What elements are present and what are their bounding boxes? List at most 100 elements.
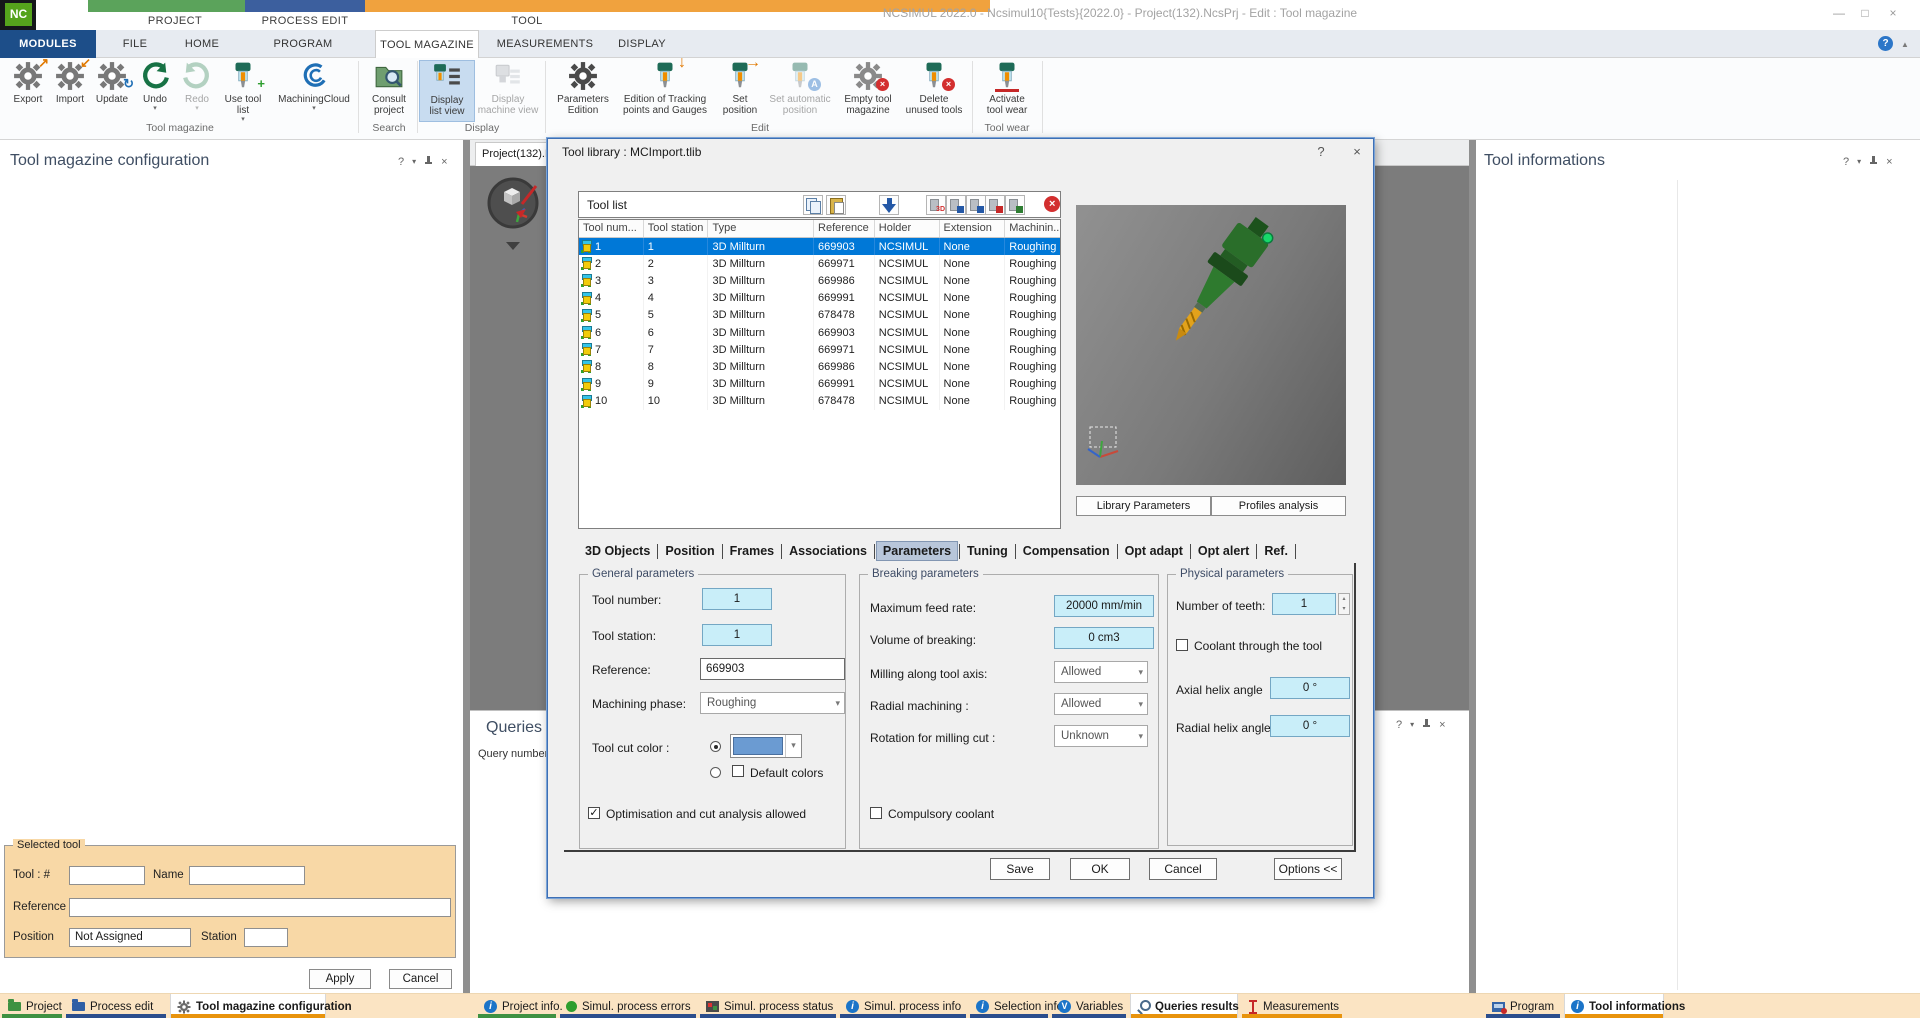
statusbar-tab-project[interactable]: Project <box>2 994 62 1018</box>
tab-compensation[interactable]: Compensation <box>1017 542 1116 560</box>
column-header[interactable]: Holder <box>875 220 940 237</box>
tab-file[interactable]: FILE <box>108 30 162 58</box>
display-machine-view-button[interactable]: Display machine view <box>476 60 540 122</box>
statusbar-tab-variables[interactable]: V Variables <box>1052 994 1126 1018</box>
redo-button[interactable]: Redo ▾ <box>179 60 215 122</box>
chevron-down-icon[interactable]: ▾ <box>785 735 801 757</box>
statusbar-tab-queries-results[interactable]: Queries results <box>1130 994 1238 1018</box>
import-tool-icon[interactable] <box>879 195 899 215</box>
radial-helix-angle-field[interactable]: 0 ° <box>1270 715 1350 737</box>
edition-tracking-points-button[interactable]: ↓ Edition of Tracking points and Gauges <box>613 60 717 122</box>
statusbar-tab-program[interactable]: Program <box>1486 994 1560 1018</box>
new-3d-tool-icon[interactable]: 3D <box>926 195 946 215</box>
column-header[interactable]: Type <box>708 220 814 237</box>
duplicate-tool-green-icon[interactable] <box>1005 195 1025 215</box>
default-colors-radio[interactable] <box>710 767 721 778</box>
tab-tuning[interactable]: Tuning <box>961 542 1014 560</box>
close-icon[interactable]: × <box>1886 156 1892 168</box>
close-icon[interactable]: × <box>441 156 447 168</box>
statusbar-tab-tool-magazine-configuration[interactable]: Tool magazine configuration <box>170 994 326 1018</box>
default-colors-checkbox[interactable] <box>732 765 744 777</box>
update-button[interactable]: ↻ Update <box>92 60 132 122</box>
ok-button[interactable]: OK <box>1070 858 1130 880</box>
activate-tool-wear-button[interactable]: Activate tool wear <box>978 60 1036 122</box>
apply-button[interactable]: Apply <box>309 969 371 989</box>
viewport-tab[interactable]: Project(132).N <box>475 142 553 166</box>
library-parameters-button[interactable]: Library Parameters <box>1076 496 1211 516</box>
table-row[interactable]: 10 10 3D Millturn 678478 NCSIMUL None Ro… <box>579 393 1060 410</box>
table-row[interactable]: 8 8 3D Millturn 669986 NCSIMUL None Roug… <box>579 358 1060 375</box>
panel-splitter[interactable] <box>1469 140 1476 993</box>
chevron-down-icon[interactable]: ▾ <box>1410 719 1414 731</box>
delete-unused-tools-button[interactable]: × Delete unused tools <box>901 60 967 122</box>
statusbar-tab-project-info[interactable]: i Project info. <box>478 994 556 1018</box>
number-of-teeth-field[interactable]: 1 <box>1272 593 1336 615</box>
tab-program[interactable]: PROGRAM <box>270 30 336 58</box>
modules-button[interactable]: MODULES <box>0 30 96 58</box>
help-icon[interactable]: ? <box>1878 36 1893 51</box>
statusbar-tab-simul-process-info[interactable]: i Simul. process info <box>840 994 966 1018</box>
close-icon[interactable]: × <box>1349 144 1365 159</box>
compulsory-coolant-checkbox[interactable] <box>870 807 882 819</box>
duplicate-tool-red-icon[interactable] <box>985 195 1005 215</box>
paste-icon[interactable] <box>826 195 846 215</box>
undo-button[interactable]: Undo ▾ <box>137 60 173 122</box>
tab-associations[interactable]: Associations <box>783 542 873 560</box>
use-tool-list-dropdown-icon[interactable]: ▾ <box>215 116 271 123</box>
table-row[interactable]: 5 5 3D Millturn 678478 NCSIMUL None Roug… <box>579 307 1060 324</box>
reference-field[interactable] <box>69 898 451 917</box>
statusbar-tab-simul-process-status[interactable]: Simul. process status <box>700 994 836 1018</box>
column-header[interactable]: Tool num... <box>579 220 644 237</box>
pin-icon[interactable] <box>1422 719 1431 731</box>
options-button[interactable]: Options << <box>1274 858 1342 880</box>
import-button[interactable]: ↙ Import <box>50 60 90 122</box>
empty-tool-magazine-button[interactable]: × Empty tool magazine <box>838 60 898 122</box>
table-row[interactable]: 9 9 3D Millturn 669991 NCSIMUL None Roug… <box>579 376 1060 393</box>
axial-helix-angle-field[interactable]: 0 ° <box>1270 677 1350 699</box>
table-row[interactable]: 2 2 3D Millturn 669971 NCSIMUL None Roug… <box>579 255 1060 272</box>
max-feed-rate-field[interactable]: 20000 mm/min <box>1054 595 1154 617</box>
statusbar-tab-measurements[interactable]: Measurements <box>1242 994 1342 1018</box>
tab-parameters[interactable]: Parameters <box>876 541 958 561</box>
tool-number-field[interactable] <box>69 866 145 885</box>
tab-ref[interactable]: Ref. <box>1258 542 1294 560</box>
table-row[interactable]: 4 4 3D Millturn 669991 NCSIMUL None Roug… <box>579 290 1060 307</box>
column-header[interactable]: Tool station <box>644 220 709 237</box>
column-header[interactable]: Extension <box>940 220 1006 237</box>
statusbar-tab-process-edit[interactable]: Process edit <box>66 994 166 1018</box>
chevron-down-icon[interactable]: ▾ <box>412 156 416 168</box>
pin-icon[interactable] <box>1869 156 1878 168</box>
delete-tool-icon[interactable]: × <box>1042 195 1062 215</box>
machiningcloud-button[interactable]: MachiningCloud ▾ <box>271 60 357 122</box>
column-header[interactable]: Reference <box>814 220 875 237</box>
name-field[interactable] <box>189 866 305 885</box>
rotation-milling-cut-dropdown[interactable]: Unknown▾ <box>1054 725 1148 747</box>
tool-3d-preview[interactable] <box>1076 205 1346 485</box>
cancel-button[interactable]: Cancel <box>389 969 452 989</box>
table-row[interactable]: 1 1 3D Millturn 669903 NCSIMUL None Roug… <box>579 238 1060 255</box>
statusbar-tab-tool-informations[interactable]: i Tool informations <box>1564 994 1664 1018</box>
view-orientation-widget[interactable] <box>486 176 544 272</box>
tab-tool-magazine[interactable]: TOOL MAGAZINE <box>375 30 479 58</box>
table-row[interactable]: 7 7 3D Millturn 669971 NCSIMUL None Roug… <box>579 341 1060 358</box>
consult-project-button[interactable]: Consult project <box>362 60 416 122</box>
station-field[interactable] <box>244 928 288 947</box>
display-list-view-button[interactable]: Display list view <box>419 60 475 122</box>
tab-opt-adapt[interactable]: Opt adapt <box>1119 542 1189 560</box>
cut-color-dropdown[interactable]: ▾ <box>730 734 802 758</box>
pin-icon[interactable] <box>424 156 433 168</box>
milling-along-axis-dropdown[interactable]: Allowed▾ <box>1054 661 1148 683</box>
save-button[interactable]: Save <box>990 858 1050 880</box>
help-icon[interactable]: ? <box>1396 719 1402 731</box>
machining-phase-dropdown[interactable]: Roughing▾ <box>700 692 845 714</box>
minimize-button[interactable]: — <box>1828 6 1850 20</box>
copy-icon[interactable] <box>803 195 823 215</box>
radial-machining-dropdown[interactable]: Allowed▾ <box>1054 693 1148 715</box>
tab-position[interactable]: Position <box>659 542 720 560</box>
close-icon[interactable]: × <box>1439 719 1445 731</box>
set-automatic-position-button[interactable]: A Set automatic position <box>764 60 836 122</box>
parameters-edition-button[interactable]: Parameters Edition <box>552 60 614 122</box>
profiles-analysis-button[interactable]: Profiles analysis <box>1211 496 1346 516</box>
tab-opt-alert[interactable]: Opt alert <box>1192 542 1255 560</box>
optimisation-checkbox[interactable]: ✓ <box>588 807 600 819</box>
